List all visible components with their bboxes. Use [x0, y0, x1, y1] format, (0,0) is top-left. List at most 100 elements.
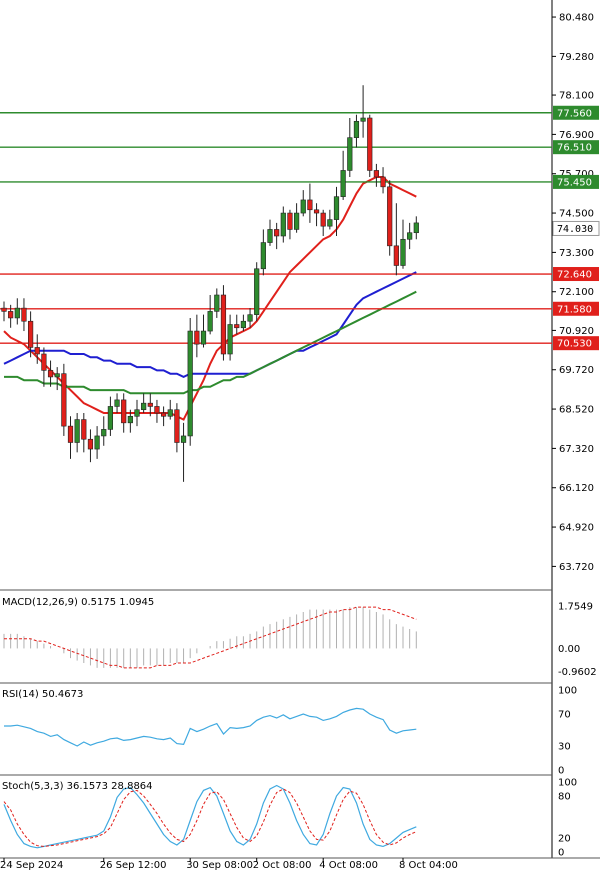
macd-label: MACD(12,26,9) 0.5175 1.0945 — [2, 597, 154, 608]
current-price-label: 74.030 — [557, 224, 593, 235]
price-tick-label: 66.120 — [559, 483, 594, 494]
candle-body — [194, 330, 200, 345]
candle-body — [187, 330, 193, 437]
candle-body — [280, 212, 286, 237]
macd-tick: 1.7549 — [558, 601, 593, 612]
candle-body — [101, 429, 107, 437]
candle-body — [27, 320, 34, 348]
candle-body — [267, 229, 273, 243]
candle-body — [61, 373, 67, 427]
price-tick-label: 70.920 — [559, 326, 594, 337]
candle-body — [247, 314, 253, 322]
candle-body — [380, 176, 386, 188]
candle-body — [313, 209, 320, 214]
level-label: 75.450 — [557, 177, 592, 188]
candle-body — [214, 294, 220, 312]
candle-body — [400, 238, 406, 266]
candle-body — [234, 324, 240, 329]
candle-body — [174, 409, 180, 443]
price-tick-label: 73.300 — [559, 248, 594, 259]
candle-body — [107, 406, 113, 430]
candle-body — [373, 170, 380, 178]
price-tick-label: 69.720 — [559, 365, 594, 376]
candle-body — [167, 409, 173, 417]
price-tick-label: 74.500 — [559, 209, 594, 220]
level-label: 76.510 — [557, 143, 592, 154]
candle-body — [220, 294, 227, 355]
price-chart[interactable]: 80.48079.28078.10076.90075.70074.50073.3… — [0, 0, 600, 870]
macd-tick: -0.9602 — [558, 667, 597, 678]
price-tick-label: 67.320 — [559, 444, 594, 455]
candle-body — [87, 438, 94, 450]
rsi-tick: 100 — [558, 686, 577, 697]
candle-body — [114, 399, 120, 407]
price-tick-label: 68.520 — [559, 405, 594, 416]
candle-body — [333, 196, 340, 220]
candle-body — [14, 307, 20, 319]
candle-body — [41, 353, 47, 371]
candle-body — [254, 268, 260, 315]
rsi-tick: 70 — [558, 710, 571, 721]
time-label: 24 Sep 2024 — [0, 860, 63, 870]
candle-body — [141, 402, 147, 411]
time-label: 30 Sep 08:00 — [186, 860, 253, 870]
candle-body — [47, 370, 54, 378]
candle-body — [300, 199, 306, 214]
candle-body — [387, 186, 393, 247]
level-label: 70.530 — [557, 339, 592, 350]
time-label: 2 Oct 08:00 — [253, 860, 312, 870]
price-axis-ticks: 80.48079.28078.10076.90075.70074.50073.3… — [552, 13, 594, 573]
candle-body — [240, 320, 247, 329]
macd-tick: 0.00 — [558, 644, 580, 655]
candle-body — [180, 435, 187, 443]
candle-body — [413, 222, 419, 234]
current-price-tag: 74.030 — [552, 220, 600, 236]
price-tick-label: 64.920 — [559, 523, 594, 534]
time-label: 26 Sep 12:00 — [100, 860, 167, 870]
candle-body — [200, 330, 207, 345]
candle-body — [307, 199, 313, 211]
candle-body — [320, 212, 326, 227]
candle-body — [260, 242, 266, 270]
price-tick-label: 79.280 — [559, 52, 594, 63]
candle-body — [127, 415, 133, 424]
candle-body — [147, 402, 153, 407]
rsi-tick: 0 — [558, 766, 564, 777]
level-label: 77.560 — [557, 108, 592, 119]
candle-body — [347, 137, 353, 171]
stoch-tick: 80 — [558, 792, 571, 803]
price-tick-label: 72.100 — [559, 287, 594, 298]
candle-body — [161, 412, 167, 417]
candle-body — [327, 219, 333, 227]
rsi-tick: 30 — [558, 742, 571, 753]
time-label: 4 Oct 08:00 — [319, 860, 378, 870]
candle-body — [121, 399, 127, 424]
stoch-label: Stoch(5,3,3) 36.1573 28.8864 — [2, 781, 153, 792]
candle-body — [360, 117, 366, 122]
candle-body — [21, 307, 27, 322]
candle-body — [134, 409, 140, 417]
candle-body — [393, 245, 399, 266]
level-label: 71.580 — [557, 304, 592, 315]
candle-body — [340, 170, 346, 197]
price-tick-label: 63.720 — [559, 562, 594, 573]
candle-body — [8, 311, 14, 319]
candle-body — [74, 419, 80, 443]
candle-body — [407, 232, 413, 240]
candle-body — [274, 229, 280, 237]
candle-body — [34, 347, 40, 355]
candle-body — [207, 311, 213, 332]
candle-body — [353, 120, 360, 138]
time-label: 8 Oct 04:00 — [399, 860, 458, 870]
level-label: 72.640 — [557, 270, 592, 281]
candle-body — [287, 212, 293, 230]
candle-body — [367, 117, 373, 171]
candle-body — [81, 419, 87, 440]
stoch-tick: 20 — [558, 834, 571, 845]
candle-body — [154, 406, 160, 414]
price-tick-label: 76.900 — [559, 130, 594, 141]
candle-body — [67, 425, 74, 443]
candle-body — [227, 324, 233, 355]
stoch-tick: 100 — [558, 778, 577, 789]
stoch-tick: 0 — [558, 848, 564, 859]
